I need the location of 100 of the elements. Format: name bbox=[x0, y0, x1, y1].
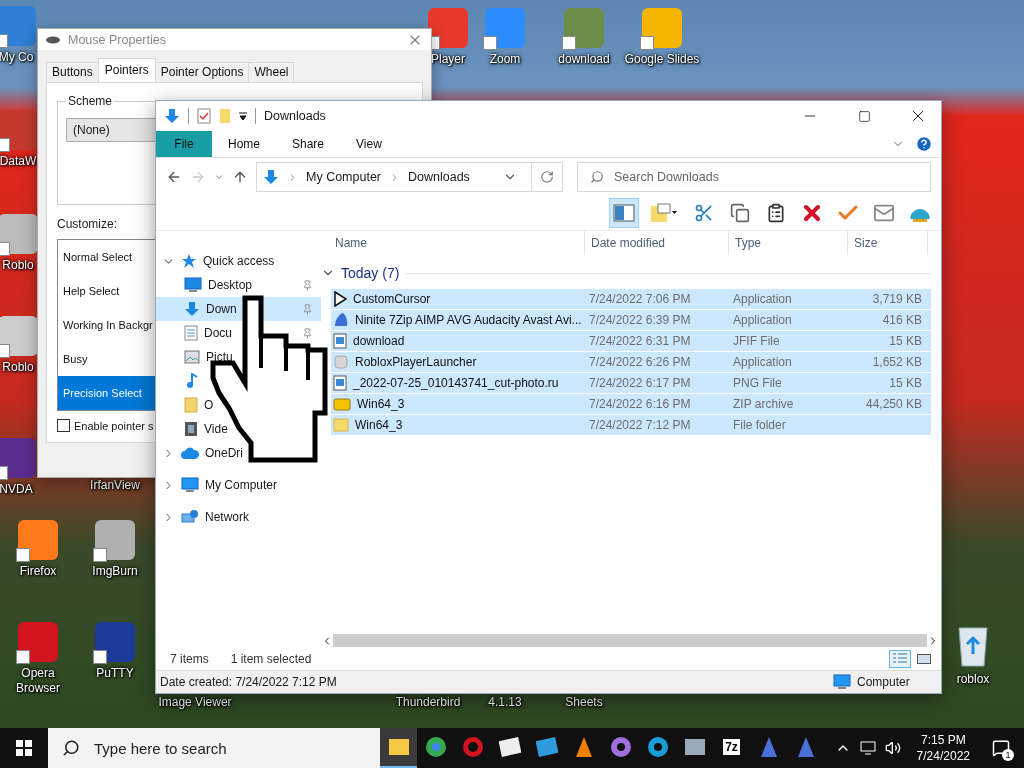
tile-icon[interactable] bbox=[535, 737, 558, 757]
date-created-text: Date created: 7/24/2022 7:12 PM bbox=[160, 675, 338, 689]
desktop-icon-label[interactable]: Firefox bbox=[19, 564, 57, 579]
zip-folder-icon bbox=[333, 397, 351, 411]
file-row[interactable]: Win64_3 7/24/2022 7:12 PM File folder bbox=[331, 415, 931, 435]
nav-item[interactable]: OneDri bbox=[156, 441, 321, 465]
nav-item[interactable]: Desktop bbox=[156, 273, 321, 297]
archive-icon[interactable]: 7z bbox=[723, 739, 740, 755]
nav-item[interactable]: Network bbox=[156, 505, 321, 529]
desktop-icon-label[interactable]: 4.1.13 bbox=[488, 695, 522, 710]
search-icon bbox=[62, 739, 80, 757]
taskbar-app-button[interactable]: 7z bbox=[713, 728, 750, 768]
app-icon[interactable] bbox=[18, 622, 58, 662]
desktop-icon-label[interactable]: Sheets bbox=[565, 695, 603, 710]
network-icon[interactable] bbox=[858, 740, 877, 756]
app-icon[interactable] bbox=[0, 438, 36, 478]
search-field[interactable]: Search Downloads bbox=[577, 162, 931, 192]
breadcrumb[interactable]: Downloads bbox=[408, 170, 470, 184]
ring-icon[interactable] bbox=[461, 736, 484, 758]
desktop-icon-label[interactable]: Thunderbird bbox=[395, 695, 461, 710]
ribbon-tab[interactable]: File bbox=[156, 131, 212, 157]
monitor-icon[interactable] bbox=[683, 737, 706, 757]
nav-item[interactable]: My Computer bbox=[156, 473, 321, 497]
app-icon[interactable] bbox=[0, 6, 36, 46]
tab[interactable]: Buttons bbox=[46, 62, 99, 83]
file-name: RobloxPlayerLauncher bbox=[355, 355, 477, 369]
details-list-icon bbox=[893, 653, 907, 665]
ring-icon[interactable] bbox=[646, 736, 669, 758]
size-cell-text: 416 KB bbox=[881, 313, 923, 327]
app-icon[interactable] bbox=[0, 110, 38, 150]
desktop-icon-label[interactable]: PuTTY bbox=[96, 666, 134, 681]
monitor-icon bbox=[181, 477, 199, 493]
ring-icon[interactable] bbox=[424, 736, 447, 758]
film-icon bbox=[184, 421, 198, 437]
ring-icon[interactable] bbox=[609, 736, 632, 758]
app-icon[interactable] bbox=[95, 622, 135, 662]
location-text: Computer bbox=[857, 675, 911, 689]
column-header[interactable]: Date modified bbox=[585, 231, 729, 255]
ribbon-tab[interactable]: View bbox=[340, 131, 398, 157]
tile-icon[interactable] bbox=[498, 737, 521, 757]
notification-button[interactable]: 1 bbox=[986, 728, 1016, 768]
clock[interactable]: 7:15 PM 7/24/2022 bbox=[908, 732, 978, 764]
maximize-icon[interactable] bbox=[857, 109, 871, 123]
pointer-item[interactable]: Precision Select bbox=[58, 376, 156, 411]
desktop-icon-label[interactable]: ImgBurn bbox=[92, 564, 138, 579]
scheme-dropdown[interactable]: (None) bbox=[66, 118, 158, 143]
file-name: Win64_3 bbox=[355, 418, 403, 432]
folder-icon bbox=[184, 397, 198, 413]
group-header[interactable]: Today (7) bbox=[341, 265, 400, 281]
type-cell-text: JFIF File bbox=[732, 334, 781, 348]
desktop-icon-label[interactable]: Image Viewer bbox=[158, 695, 232, 710]
folder-icon[interactable] bbox=[387, 737, 410, 757]
desktop-icon-label[interactable]: DataW bbox=[0, 154, 37, 169]
speaker-icon[interactable] bbox=[884, 740, 901, 756]
down-arrow-icon[interactable] bbox=[164, 108, 180, 124]
windows-icon bbox=[16, 740, 32, 756]
column-header[interactable]: Name bbox=[329, 231, 585, 255]
type-cell-text: ZIP archive bbox=[732, 397, 795, 411]
nav-item[interactable]: Docu bbox=[156, 321, 321, 345]
down-arrow-icon bbox=[263, 169, 279, 185]
taskbar-search-field[interactable]: Type here to search bbox=[48, 728, 380, 768]
desktop-icon-label[interactable]: Opera Browser bbox=[0, 666, 76, 696]
desktop-icon-label[interactable]: Roblo bbox=[2, 258, 34, 273]
mouse-icon bbox=[46, 35, 60, 44]
nav-item[interactable]: Quick access bbox=[156, 249, 321, 273]
image-file-icon bbox=[333, 333, 347, 349]
copy-icon bbox=[730, 203, 750, 223]
column-header[interactable]: Size bbox=[848, 231, 928, 255]
checklist-icon[interactable] bbox=[197, 108, 211, 124]
taskbar-app-button[interactable] bbox=[380, 728, 417, 768]
file-row[interactable]: RobloxPlayerLauncher 7/24/2022 6:26 PM Application 1,652 KB bbox=[331, 352, 931, 372]
refresh-icon[interactable] bbox=[540, 170, 554, 184]
dropdown-icon[interactable] bbox=[239, 111, 247, 121]
image-file-icon bbox=[333, 375, 347, 391]
star-icon bbox=[181, 253, 197, 269]
desktop-icon-label[interactable]: IrfanView bbox=[90, 478, 140, 493]
address-bar[interactable]: My Computer Downloads bbox=[256, 162, 563, 192]
cloud-icon bbox=[181, 447, 199, 459]
document-icon bbox=[184, 325, 198, 341]
type-cell-text: Application bbox=[732, 292, 793, 306]
column-header[interactable]: Type bbox=[729, 231, 848, 255]
tab[interactable]: Wheel bbox=[248, 62, 295, 83]
help-icon[interactable] bbox=[915, 135, 933, 153]
file-row[interactable]: _2022-07-25_010143741_cut-photo.ru 7/24/2022 6:17 PM PNG File 15 KB bbox=[331, 373, 931, 393]
notification-icon bbox=[992, 739, 1010, 757]
app-icon[interactable] bbox=[428, 8, 468, 48]
desktop-icon-label[interactable]: NVDA bbox=[0, 482, 33, 497]
desktop-icon-label[interactable]: roblox bbox=[956, 672, 990, 687]
checkbox[interactable] bbox=[57, 419, 70, 433]
ribbon-tab[interactable]: Share bbox=[276, 131, 341, 157]
file-row[interactable]: CustomCursor 7/24/2022 7:06 PM Application 3,719 KB bbox=[331, 289, 931, 309]
desktop-icon-label[interactable]: Roblo bbox=[2, 360, 34, 375]
breadcrumb[interactable]: My Computer bbox=[306, 170, 382, 184]
tab[interactable]: Pointers bbox=[97, 58, 156, 83]
file-row[interactable]: Ninite 7Zip AIMP AVG Audacity Avast Avi... 7/24/2022 6:39 PM Application 416 KB bbox=[331, 310, 931, 330]
type-cell-text: File folder bbox=[732, 418, 787, 432]
ribbon-tab[interactable]: Home bbox=[212, 131, 276, 157]
file-row[interactable]: download 7/24/2022 6:31 PM JFIF File 15 KB bbox=[331, 331, 931, 351]
file-row[interactable]: Win64_3 7/24/2022 6:16 PM ZIP archive 44,250 KB bbox=[331, 394, 931, 414]
network-icon bbox=[181, 509, 199, 525]
